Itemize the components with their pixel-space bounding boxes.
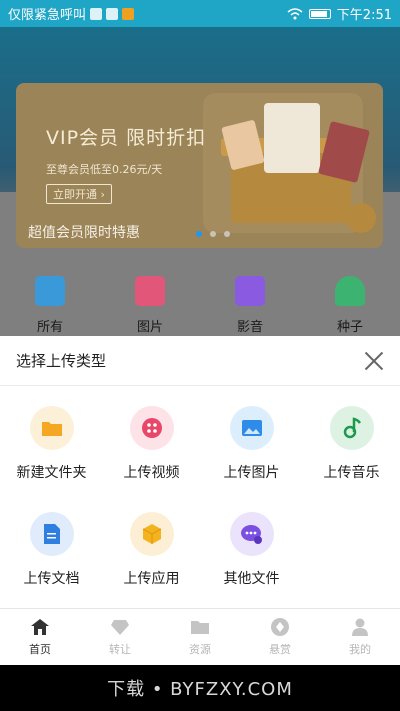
picture-icon — [135, 276, 165, 306]
diamond-icon — [111, 620, 129, 635]
sheet-header: 选择上传类型 — [0, 336, 400, 386]
carousel-dots — [196, 231, 230, 237]
folder-icon — [191, 621, 209, 634]
category-label: 种子 — [336, 320, 363, 335]
wifi-icon — [287, 7, 303, 19]
upload-other-button[interactable]: 其他文件 — [203, 492, 300, 598]
upload-video-button[interactable]: 上传视频 — [103, 386, 200, 492]
tab-mine[interactable]: 我的 — [320, 609, 400, 665]
option-label: 其他文件 — [223, 571, 280, 587]
option-label: 上传音乐 — [323, 465, 380, 481]
category-torrent[interactable]: 种子 — [300, 272, 400, 336]
banner-caption: 超值会员限时特惠 — [28, 225, 140, 241]
video-icon — [129, 406, 174, 450]
other-file-icon — [229, 512, 274, 556]
tab-resources[interactable]: 资源 — [160, 609, 240, 665]
upload-document-button[interactable]: 上传文档 — [3, 492, 100, 598]
category-label: 图片 — [136, 320, 163, 335]
clock: 下午2:51 — [336, 8, 392, 23]
category-all[interactable]: 所有 — [0, 272, 100, 336]
carousel-dot[interactable] — [210, 231, 216, 237]
carousel-dot[interactable] — [196, 231, 202, 237]
sheet-title: 选择上传类型 — [16, 352, 107, 370]
new-folder-button[interactable]: 新建文件夹 — [3, 386, 100, 492]
notification-icon — [122, 7, 135, 20]
category-row: 所有 图片 影音 种子 — [0, 272, 400, 336]
tab-transfer[interactable]: 转让 — [80, 609, 160, 665]
bottom-nav: 首页 转让 资源 悬赏 我的 — [0, 608, 400, 665]
category-images[interactable]: 图片 — [100, 272, 200, 336]
image-icon — [229, 406, 274, 450]
notification-icon — [106, 7, 119, 20]
battery-icon — [308, 8, 331, 19]
watermark-text: 下载 • BYFZXY.COM — [107, 679, 293, 700]
banner-subtitle: 至尊会员低至0.26元/天 — [46, 163, 163, 176]
option-label: 上传图片 — [223, 465, 280, 481]
option-label: 上传文档 — [23, 571, 80, 587]
vip-banner[interactable]: VIP会员 限时折扣 至尊会员低至0.26元/天 立即开通 › 超值会员限时特惠 — [16, 83, 383, 248]
upload-music-button[interactable]: 上传音乐 — [303, 386, 400, 492]
media-icon — [235, 276, 265, 306]
close-icon[interactable] — [364, 351, 384, 371]
upload-image-button[interactable]: 上传图片 — [203, 386, 300, 492]
upload-type-sheet: 选择上传类型 新建文件夹 上传视频 上传图片 上传音乐 上传文档 上传应用 其他… — [0, 336, 400, 608]
banner-title: VIP会员 限时折扣 — [46, 127, 207, 149]
category-label: 所有 — [36, 320, 63, 335]
folder-icon — [29, 406, 74, 450]
tab-label: 首页 — [29, 643, 51, 656]
carrier-text: 仅限紧急呼叫 — [8, 8, 87, 23]
option-label: 新建文件夹 — [16, 465, 87, 481]
tab-home[interactable]: 首页 — [0, 609, 80, 665]
upload-options-grid: 新建文件夹 上传视频 上传图片 上传音乐 上传文档 上传应用 其他文件 — [0, 386, 400, 598]
system-icons: 下午2:51 — [287, 4, 392, 23]
option-label: 上传应用 — [123, 571, 180, 587]
home-icon — [31, 619, 49, 635]
category-media[interactable]: 影音 — [200, 272, 300, 336]
tab-label: 悬赏 — [269, 643, 291, 656]
open-vip-label: 立即开通 — [53, 188, 97, 201]
all-files-icon — [35, 276, 65, 306]
app-icon — [129, 512, 174, 556]
carousel-dot[interactable] — [224, 231, 230, 237]
torrent-icon — [335, 276, 365, 306]
user-icon — [352, 618, 368, 636]
notification-icon — [90, 7, 103, 20]
category-label: 影音 — [236, 320, 263, 335]
tab-label: 资源 — [189, 643, 211, 656]
music-icon — [329, 406, 374, 450]
open-vip-button[interactable]: 立即开通 › — [46, 184, 112, 204]
system-nav-bar: 下载 • BYFZXY.COM — [0, 665, 400, 711]
document-icon — [29, 512, 74, 556]
tab-label: 转让 — [109, 643, 131, 656]
bounty-icon — [271, 618, 289, 636]
tab-bounty[interactable]: 悬赏 — [240, 609, 320, 665]
tab-label: 我的 — [349, 643, 371, 656]
upload-app-button[interactable]: 上传应用 — [103, 492, 200, 598]
status-bar: 仅限紧急呼叫 下午2:51 — [0, 0, 400, 27]
option-label: 上传视频 — [123, 465, 180, 481]
